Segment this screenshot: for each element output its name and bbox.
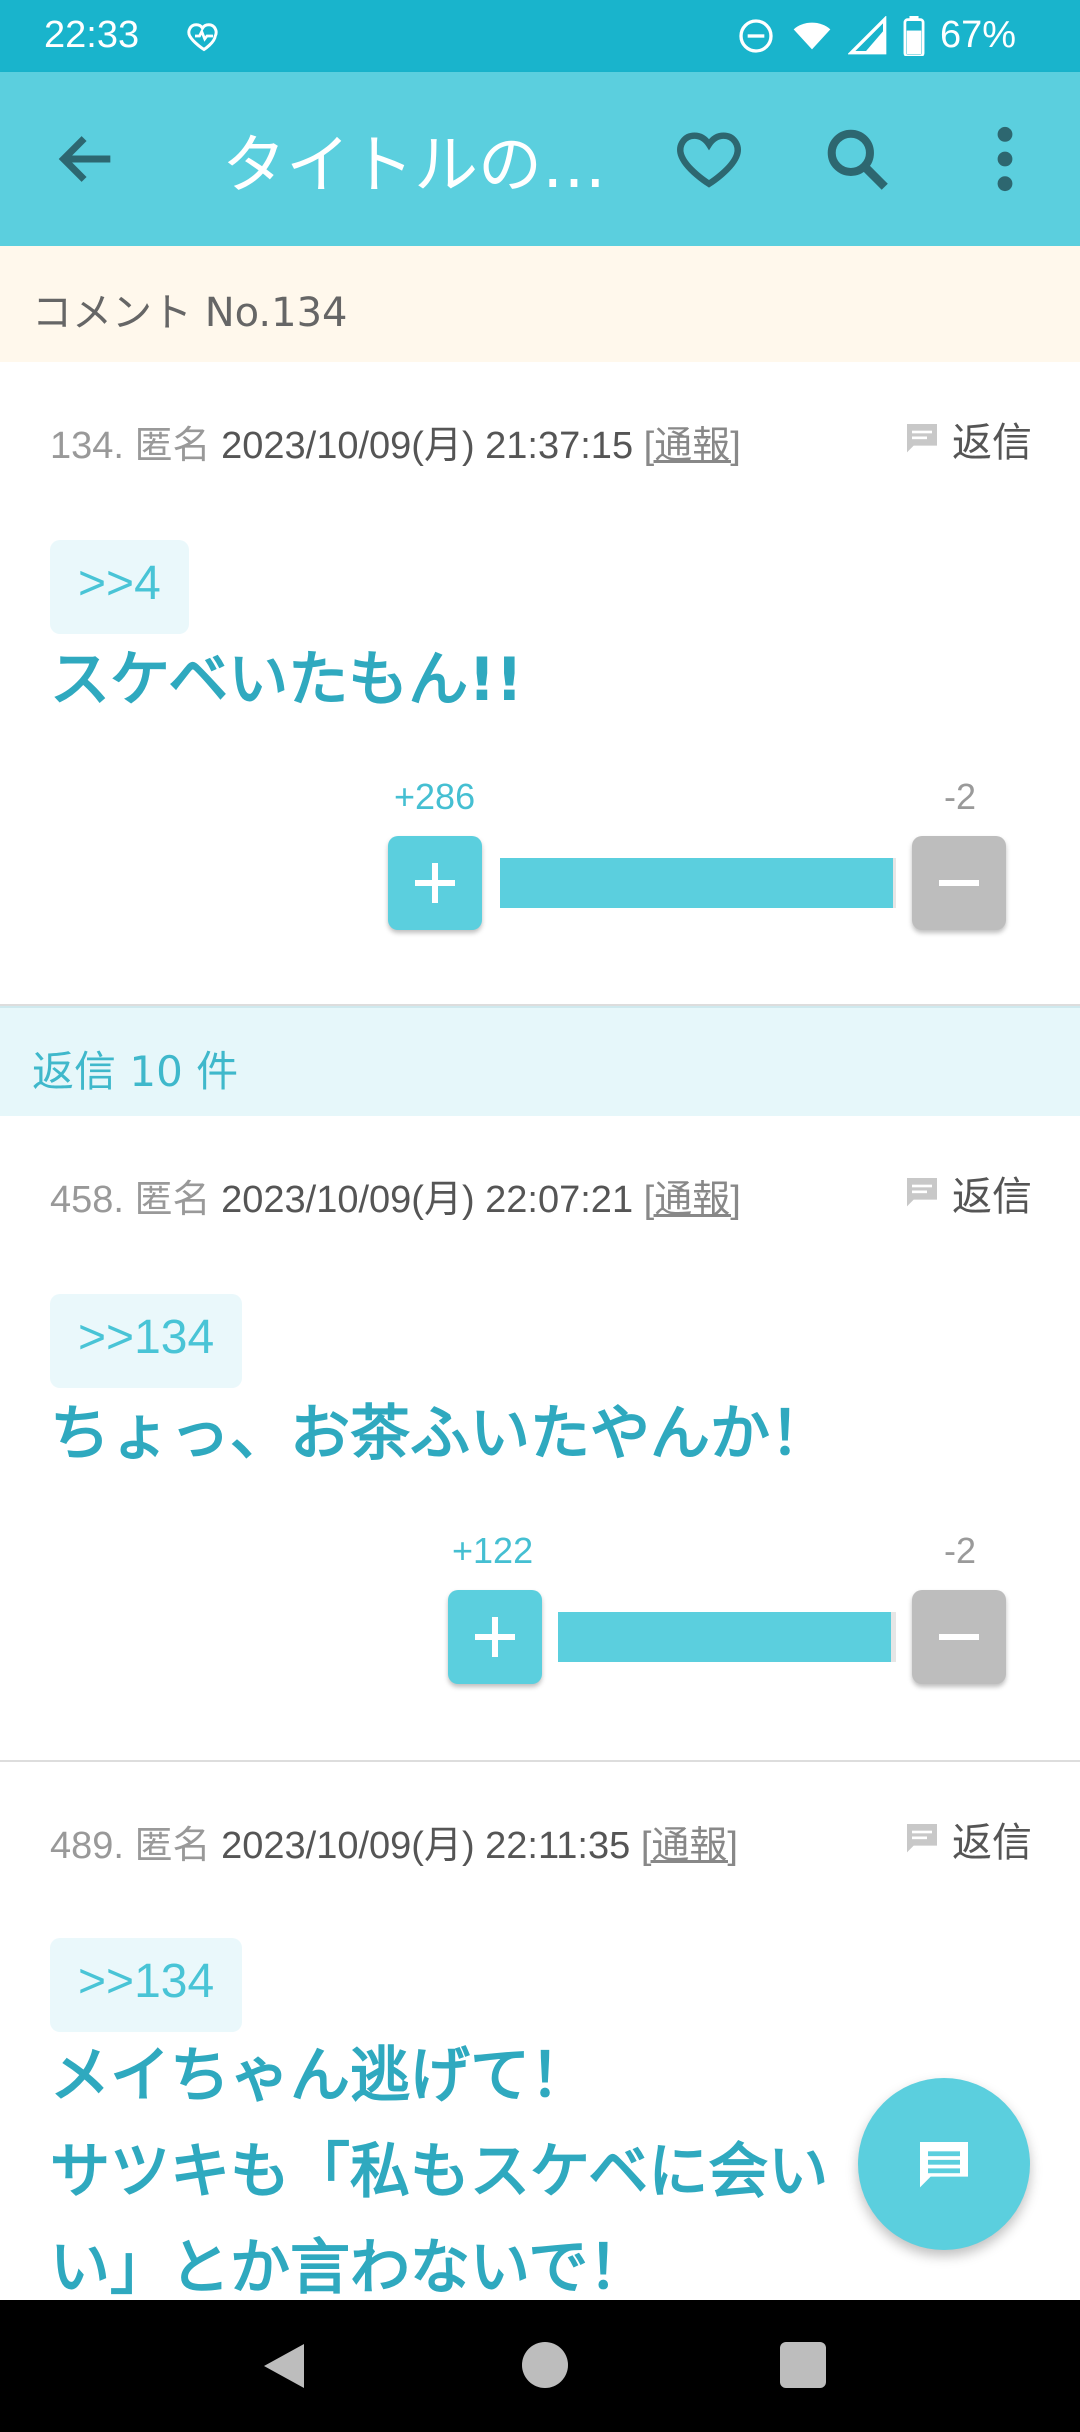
- vote-area: +122 -2: [0, 1524, 1080, 1684]
- post-number: 489.: [50, 1825, 124, 1867]
- post-author: 匿名: [134, 425, 211, 467]
- post-body: ちょっ、お茶ふいたやんか！: [50, 1386, 830, 1482]
- vote-ratio-fill: [500, 858, 894, 908]
- reply-button[interactable]: 返信: [902, 1164, 1032, 1222]
- nav-recents-icon[interactable]: [780, 2342, 826, 2388]
- minus-count: -2: [944, 1530, 977, 1571]
- post-meta: 489. 匿名 2023/10/09(月) 22:11:35 [通報]: [50, 1814, 738, 1869]
- post-body-line: サツキも「私もスケベに会い: [50, 2137, 829, 2207]
- post-author: 匿名: [134, 1825, 211, 1867]
- anchor-link[interactable]: >>134: [50, 1938, 243, 2032]
- post-meta: 458. 匿名 2023/10/09(月) 22:07:21 [通報]: [50, 1168, 741, 1223]
- post-number: 458.: [50, 1179, 124, 1221]
- vote-ratio-bar: [558, 1612, 896, 1662]
- anchor-link[interactable]: >>4: [50, 540, 189, 634]
- health-heart-icon: [187, 23, 218, 52]
- plus-count: +122: [452, 1530, 534, 1571]
- vote-ratio-bar: [500, 858, 896, 908]
- post-body-line: メイちゃん逃げて！: [50, 2041, 590, 2111]
- post-body-line: ちょっ、お茶ふいたやんか！: [50, 1399, 830, 1469]
- nav-home-icon[interactable]: [522, 2342, 568, 2388]
- back-arrow-icon[interactable]: [52, 124, 122, 194]
- reply-button[interactable]: 返信: [902, 410, 1032, 468]
- status-time: 22:33: [44, 14, 140, 56]
- plus-vote-button[interactable]: [448, 1590, 542, 1684]
- report-link[interactable]: [通報]: [644, 425, 741, 467]
- page-title: タイトルの一…: [222, 129, 642, 203]
- plus-count: +286: [394, 776, 476, 817]
- post-body: スケベいたもん!!: [50, 632, 523, 728]
- plus-vote-button[interactable]: [388, 836, 482, 930]
- anchor-link[interactable]: >>134: [50, 1294, 243, 1388]
- replies-count-header: 返信 10 件: [0, 1006, 1080, 1116]
- comment-icon: [907, 424, 937, 453]
- comment-icon: [920, 2142, 968, 2188]
- nav-back-icon[interactable]: [260, 2340, 308, 2392]
- post-body: メイちゃん逃げて！ サツキも「私もスケベに会い い」とか言わないで！: [50, 2028, 828, 2316]
- minus-vote-button[interactable]: [912, 836, 1006, 930]
- reply-label: 返信: [952, 420, 1032, 466]
- vote-ratio-fill: [558, 1612, 891, 1662]
- battery-percent: 67%: [939, 14, 1016, 56]
- post-body-line: スケベいたもん!!: [50, 645, 523, 715]
- comment-number-header: コメント No.134: [0, 246, 1080, 362]
- reply-button[interactable]: 返信: [902, 1810, 1032, 1868]
- report-link[interactable]: [通報]: [641, 1825, 738, 1867]
- comment-icon: [907, 1178, 937, 1207]
- system-nav-bar: [0, 2300, 1080, 2432]
- post-number: 134.: [50, 425, 124, 467]
- post-date: 2023/10/09(月) 22:07:21: [221, 1179, 634, 1221]
- report-link[interactable]: [通報]: [644, 1179, 741, 1221]
- post-date: 2023/10/09(月) 21:37:15: [221, 425, 634, 467]
- comment-icon: [907, 1824, 937, 1853]
- comment-number-label: コメント No.134: [32, 290, 348, 336]
- signal-icon: [847, 15, 887, 54]
- minus-vote-button[interactable]: [912, 1590, 1006, 1684]
- app-bar: タイトルの一…: [0, 72, 1080, 246]
- reply-post: 458. 匿名 2023/10/09(月) 22:07:21 [通報] 返信 >…: [0, 1116, 1080, 1762]
- reply-label: 返信: [952, 1174, 1032, 1220]
- comment-post: 134. 匿名 2023/10/09(月) 21:37:15 [通報] 返信 >…: [0, 362, 1080, 1006]
- post-date: 2023/10/09(月) 22:11:35: [221, 1825, 631, 1867]
- minus-count: -2: [944, 776, 977, 817]
- post-author: 匿名: [134, 1179, 211, 1221]
- do-not-disturb-icon: [739, 18, 773, 53]
- favorite-heart-icon[interactable]: [674, 124, 744, 194]
- vote-area: +286 -2: [0, 770, 1080, 930]
- more-options-icon[interactable]: [980, 122, 1030, 196]
- post-meta: 134. 匿名 2023/10/09(月) 21:37:15 [通報]: [50, 414, 741, 469]
- wifi-icon: [793, 22, 831, 49]
- battery-icon: [903, 15, 925, 56]
- search-icon[interactable]: [820, 122, 894, 196]
- compose-comment-fab[interactable]: [858, 2078, 1030, 2250]
- reply-label: 返信: [952, 1820, 1032, 1866]
- status-bar: 22:33 67%: [0, 0, 1080, 72]
- replies-count-label: 返信 10 件: [32, 1047, 239, 1096]
